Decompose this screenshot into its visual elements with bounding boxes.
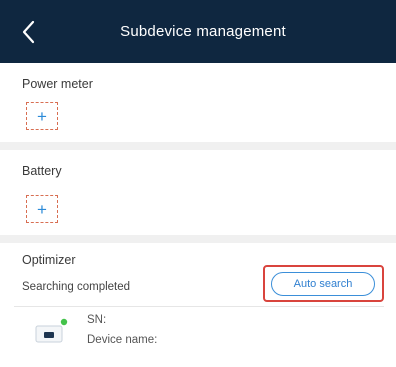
plus-icon: + — [37, 106, 47, 126]
add-power-meter-button[interactable]: + — [26, 102, 58, 130]
plus-icon: + — [37, 199, 47, 219]
search-status-text: Searching completed — [22, 281, 131, 293]
row-divider — [14, 306, 384, 307]
sn-label: SN: — [87, 314, 107, 326]
optimizer-device-icon — [35, 318, 68, 343]
page-title: Subdevice management — [120, 23, 286, 40]
auto-search-button[interactable]: Auto search — [271, 272, 375, 296]
device-name-label: Device name: — [87, 334, 158, 346]
chevron-left-icon — [22, 20, 35, 44]
power-meter-label: Power meter — [22, 77, 93, 91]
optimizer-label: Optimizer — [22, 253, 76, 267]
section-divider — [0, 142, 396, 150]
app-header: Subdevice management — [0, 0, 396, 63]
battery-label: Battery — [22, 164, 62, 178]
back-button[interactable] — [14, 16, 42, 48]
section-divider — [0, 235, 396, 243]
add-battery-button[interactable]: + — [26, 195, 58, 223]
